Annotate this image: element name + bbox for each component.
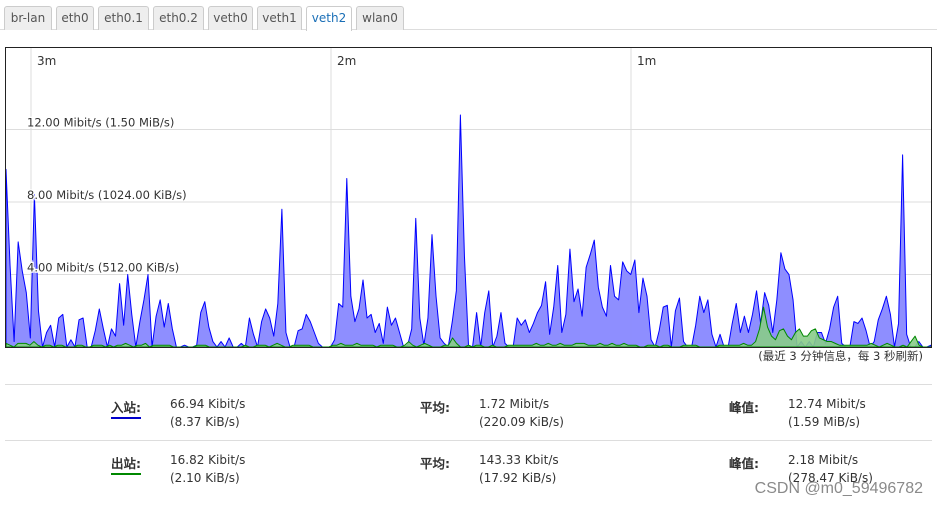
outbound-peak-label: 峰值: bbox=[729, 456, 759, 471]
inbound-avg: 1.72 Mibit/s (220.09 KiB/s) bbox=[479, 395, 564, 431]
inbound-peak-label: 峰值: bbox=[729, 400, 759, 415]
x-tick-label: 2m bbox=[337, 54, 356, 68]
outbound-current-bits: 16.82 Kibit/s bbox=[170, 453, 246, 467]
watermark: CSDN @m0_59496782 bbox=[754, 480, 923, 497]
tab-br-lan[interactable]: br-lan bbox=[4, 6, 52, 30]
graph-caption: (最近 3 分钟信息，每 3 秒刷新) bbox=[758, 349, 923, 363]
inbound-avg-bits: 1.72 Mibit/s bbox=[479, 397, 550, 411]
tab-veth1[interactable]: veth1 bbox=[257, 6, 302, 30]
tab-eth0-2[interactable]: eth0.2 bbox=[153, 6, 204, 30]
inbound-current-bits: 66.94 Kibit/s bbox=[170, 397, 246, 411]
outbound-label: 出站: bbox=[111, 453, 141, 475]
inbound-peak: 12.74 Mibit/s (1.59 MiB/s) bbox=[788, 395, 866, 431]
stats-divider-middle bbox=[5, 440, 932, 441]
y-tick-label: 12.00 Mibit/s (1.50 MiB/s) bbox=[27, 116, 174, 130]
outbound-avg-bytes: (17.92 KiB/s) bbox=[479, 471, 557, 485]
outbound-avg-bits: 143.33 Kbit/s bbox=[479, 453, 559, 467]
inbound-series-area bbox=[6, 114, 931, 347]
outbound-peak-bits: 2.18 Mibit/s bbox=[788, 453, 859, 467]
tab-veth0[interactable]: veth0 bbox=[208, 6, 253, 30]
bandwidth-graph: 3m 2m 1m 4.00 Mibit/s (512.00 KiB/s) 8.00 Mi… bbox=[5, 47, 932, 348]
outbound-current: 16.82 Kibit/s (2.10 KiB/s) bbox=[170, 451, 245, 487]
inbound-peak-bits: 12.74 Mibit/s bbox=[788, 397, 866, 411]
tab-veth2[interactable]: veth2 bbox=[306, 6, 352, 31]
inbound-avg-label: 平均: bbox=[420, 400, 450, 415]
interface-tabs: br-lan eth0 eth0.1 eth0.2 veth0 veth1 ve… bbox=[0, 0, 937, 31]
inbound-peak-bytes: (1.59 MiB/s) bbox=[788, 415, 861, 429]
x-tick-label: 1m bbox=[637, 54, 656, 68]
outbound-avg-label: 平均: bbox=[420, 456, 450, 471]
inbound-avg-bytes: (220.09 KiB/s) bbox=[479, 415, 564, 429]
tab-eth0[interactable]: eth0 bbox=[56, 6, 94, 30]
tab-eth0-1[interactable]: eth0.1 bbox=[98, 6, 149, 30]
bandwidth-chart-svg: 3m 2m 1m 4.00 Mibit/s (512.00 KiB/s) 8.00 Mi… bbox=[6, 48, 931, 347]
x-tick-label: 3m bbox=[37, 54, 56, 68]
outbound-avg: 143.33 Kbit/s (17.92 KiB/s) bbox=[479, 451, 559, 487]
inbound-current: 66.94 Kibit/s (8.37 KiB/s) bbox=[170, 395, 245, 431]
y-tick-label: 4.00 Mibit/s (512.00 KiB/s) bbox=[27, 261, 179, 275]
outbound-current-bytes: (2.10 KiB/s) bbox=[170, 471, 240, 485]
tab-wlan0[interactable]: wlan0 bbox=[356, 6, 404, 30]
inbound-label: 入站: bbox=[111, 397, 141, 419]
y-tick-label: 8.00 Mibit/s (1024.00 KiB/s) bbox=[27, 188, 187, 202]
stats-divider-top bbox=[5, 384, 932, 385]
inbound-current-bytes: (8.37 KiB/s) bbox=[170, 415, 240, 429]
